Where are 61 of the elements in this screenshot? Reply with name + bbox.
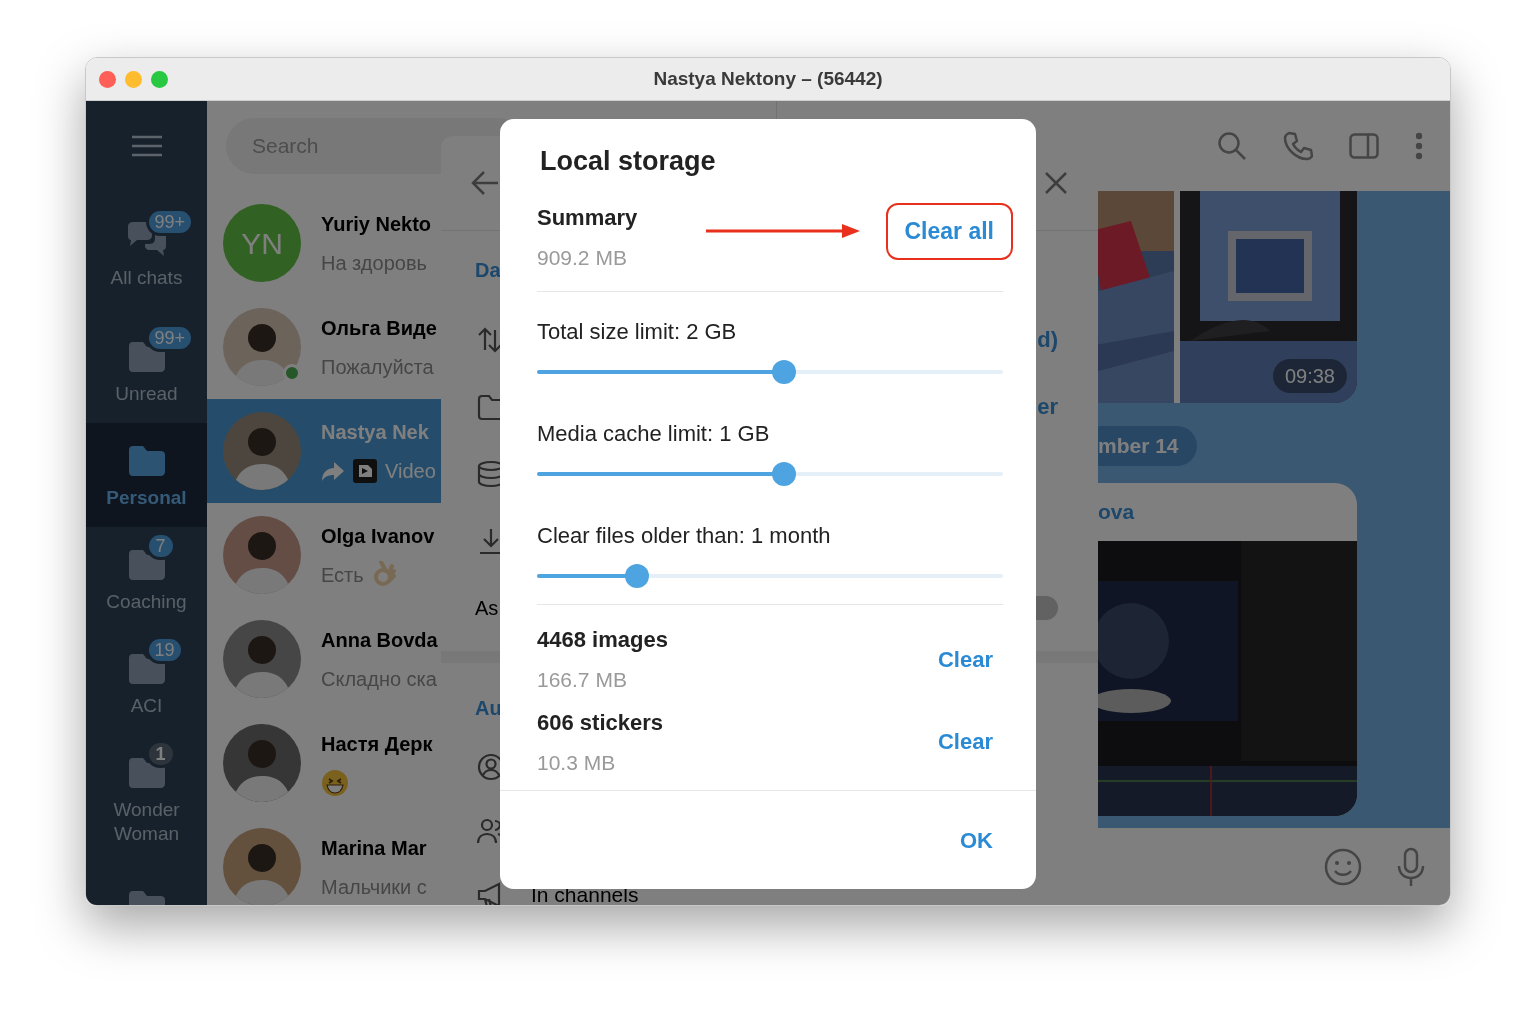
setting-label: In channels xyxy=(531,882,639,905)
sender-name: ova xyxy=(1097,498,1136,525)
item-title: 606 stickers xyxy=(537,708,663,737)
back-arrow-icon[interactable] xyxy=(471,170,499,196)
message-preview: Мальчики с xyxy=(321,875,427,900)
close-button[interactable] xyxy=(99,70,116,88)
more-icon[interactable] xyxy=(1415,132,1423,160)
folder-tab[interactable]: Personal xyxy=(86,423,207,527)
folder-tab[interactable]: 7 Coaching xyxy=(86,527,207,631)
zoom-button[interactable] xyxy=(151,70,168,88)
message-preview: Есть xyxy=(321,563,364,588)
setting-value: d) xyxy=(1037,326,1058,354)
grinning-emoji-icon xyxy=(321,769,349,797)
chat-name: Nastya Nek xyxy=(321,420,430,445)
close-icon[interactable] xyxy=(1044,171,1068,195)
hand-emoji-icon xyxy=(371,561,398,589)
window-title: Nastya Nektony – (56442) xyxy=(653,66,883,91)
item-size: 10.3 MB xyxy=(537,749,617,776)
search-icon[interactable] xyxy=(1217,131,1247,161)
menu-icon[interactable] xyxy=(130,135,163,157)
chat-name: Настя Дерк xyxy=(321,732,433,757)
setting-value: er xyxy=(1037,393,1058,421)
message-preview: Пожалуйста xyxy=(321,355,434,380)
folder-tab[interactable]: 1 Wonder Woman xyxy=(86,735,207,863)
slider-label: Total size limit: 2 GB xyxy=(537,318,738,346)
chat-name: Anna Bovda xyxy=(321,628,438,653)
ok-button[interactable]: OK xyxy=(960,823,993,857)
item-title: 4468 images xyxy=(537,626,668,654)
item-size: 166.7 MB xyxy=(537,667,628,693)
emoji-icon[interactable] xyxy=(1324,847,1362,886)
chat-name: Yuriy Nekto xyxy=(321,212,432,237)
avatar: YN xyxy=(223,204,301,282)
video-thumbnail-icon xyxy=(353,459,377,483)
clear-button[interactable]: Clear xyxy=(937,642,993,676)
chat-name: Marina Mar xyxy=(321,836,427,861)
summary-label: Summary xyxy=(537,203,638,232)
folder-tab[interactable]: 19 ACI xyxy=(86,631,207,735)
slider[interactable] xyxy=(537,564,1003,588)
chat-name: Olga Ivanov xyxy=(321,524,435,549)
chat-name: Ольга Виде xyxy=(321,316,437,341)
clear-button[interactable]: Clear xyxy=(937,725,993,759)
message-preview: На здоровь xyxy=(321,251,427,276)
clear-all-button[interactable]: Clear all xyxy=(885,202,1013,260)
folder-icon xyxy=(126,444,167,478)
slider-label: Media cache limit: 1 GB xyxy=(537,420,771,448)
summary-size: 909.2 MB xyxy=(537,244,628,271)
slider[interactable] xyxy=(537,360,1003,384)
message-preview: Складно ска xyxy=(321,667,437,692)
message-preview: Video xyxy=(385,459,436,484)
slider-label: Clear files older than: 1 month xyxy=(537,522,832,550)
sidebar-toggle-icon[interactable] xyxy=(1349,133,1379,159)
folder-tab[interactable]: 99+ All chats xyxy=(86,191,207,319)
section-heading: Da xyxy=(475,259,501,281)
minimize-button[interactable] xyxy=(125,70,142,88)
slider[interactable] xyxy=(537,462,1003,486)
microphone-icon[interactable] xyxy=(1396,846,1426,887)
phone-icon[interactable] xyxy=(1283,131,1313,161)
folder-tab[interactable]: 99+ Unread xyxy=(86,319,207,423)
dialog-title: Local storage xyxy=(539,145,717,178)
setting-label: As xyxy=(475,595,499,621)
section-heading: Au xyxy=(475,697,502,719)
